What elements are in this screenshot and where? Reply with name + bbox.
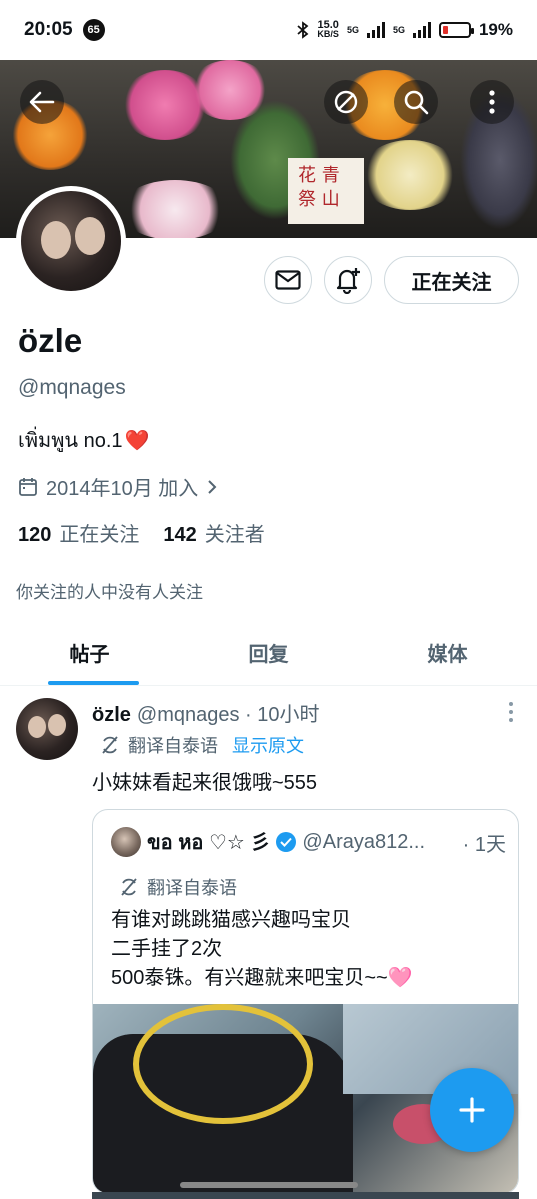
grok-icon: [334, 90, 358, 114]
quote-line: 二手挂了2次: [111, 938, 223, 960]
post-header: özle @mqnages · 10小时: [92, 698, 320, 727]
quote-author-handle: @Araya812...: [302, 830, 426, 853]
display-name: özle: [18, 322, 83, 359]
mail-icon: [275, 270, 301, 290]
quote-author-avatar: [111, 827, 141, 857]
signal2-icon: [412, 22, 431, 38]
profile-bio: เพิ่มพูน no.1 ❤️: [18, 424, 149, 456]
calendar-icon: [19, 477, 37, 496]
battery-icon: [438, 22, 474, 38]
status-right: 15.0 KB/S 5G 5G 19%: [297, 20, 513, 40]
follow-stats: 120 正在关注 142 关注者: [18, 518, 265, 547]
joined-text: 2014年10月 加入: [46, 478, 199, 500]
notification-count-badge: 65: [82, 19, 105, 41]
chevron-right-icon: [208, 479, 217, 494]
grok-button[interactable]: [324, 80, 368, 124]
show-original-link[interactable]: 显示原文: [232, 732, 304, 758]
tab-posts[interactable]: 帖子: [0, 620, 179, 685]
heart-emoji: ❤️: [124, 429, 150, 452]
followers-stat[interactable]: 142 关注者: [163, 518, 264, 547]
message-button[interactable]: [264, 256, 312, 304]
back-arrow-icon: [29, 91, 55, 113]
search-button[interactable]: [394, 80, 438, 124]
translate-icon: [102, 736, 118, 754]
post-author-name[interactable]: özle: [92, 704, 131, 727]
profile-avatar[interactable]: [16, 186, 126, 296]
status-bar: 20:05 65 15.0 KB/S 5G 5G 19%: [0, 0, 537, 60]
signal1-icon: [366, 22, 385, 38]
quote-author-name: ขอ หอ ♡☆ 彡: [147, 832, 271, 854]
translate-icon: [121, 878, 137, 896]
search-icon: [404, 90, 429, 115]
mutual-followers-note: 你关注的人中没有人关注: [16, 583, 203, 602]
quote-text: 有谁对跳跳猫感兴趣吗宝贝 二手挂了2次 500泰铢。有兴趣就来吧宝贝~~🩷: [111, 906, 413, 993]
quote-time: · 1天: [462, 833, 506, 856]
post-text: 小妹妹看起来很饿哦~555: [92, 772, 318, 794]
post-meta: @mqnages · 10小时: [136, 704, 320, 726]
home-indicator[interactable]: [180, 1182, 358, 1188]
notify-button[interactable]: [324, 256, 372, 304]
quote-line: 有谁对跳跳猫感兴趣吗宝贝: [111, 909, 351, 931]
verified-badge-icon: [276, 832, 297, 852]
battery-percent: 19%: [478, 20, 513, 39]
plus-icon: [459, 1097, 485, 1123]
back-button[interactable]: [20, 80, 64, 124]
translate-row: 翻译自泰语 显示原文: [100, 732, 304, 758]
quote-translate-row: 翻译自泰语: [119, 874, 237, 900]
tab-replies[interactable]: 回复: [179, 620, 358, 685]
next-post-preview: [92, 1192, 519, 1199]
quote-header: ขอ หอ ♡☆ 彡 @Araya812... · 1天: [111, 826, 506, 858]
post-author-avatar[interactable]: [16, 698, 78, 760]
banner-sign: 花 青 祭 山: [288, 158, 364, 224]
translate-label: 翻译自泰语: [128, 736, 218, 756]
post-more-button[interactable]: [509, 702, 513, 722]
compose-post-button[interactable]: [430, 1068, 514, 1152]
bluetooth-icon: [297, 21, 309, 39]
sim2-label: 5G: [392, 24, 405, 35]
more-vertical-icon: [489, 90, 495, 114]
bio-text: เพิ่มพูน no.1: [18, 430, 123, 452]
profile-tabs: 帖子 回复 媒体: [0, 620, 537, 686]
quote-line: 500泰铢。有兴趣就来吧宝贝~~🩷: [111, 967, 413, 989]
following-button[interactable]: 正在关注: [384, 256, 519, 304]
following-stat[interactable]: 120 正在关注: [18, 518, 139, 547]
tab-media[interactable]: 媒体: [358, 620, 537, 685]
bell-plus-icon: [336, 268, 360, 294]
quote-translate-label: 翻译自泰语: [147, 878, 237, 898]
more-options-button[interactable]: [470, 80, 514, 124]
status-time: 20:05: [24, 19, 73, 40]
sim1-label: 5G: [346, 24, 359, 35]
joined-date[interactable]: 2014年10月 加入: [18, 472, 218, 501]
network-speed: 15.0 KB/S: [317, 19, 339, 39]
user-handle: @mqnages: [18, 376, 126, 399]
